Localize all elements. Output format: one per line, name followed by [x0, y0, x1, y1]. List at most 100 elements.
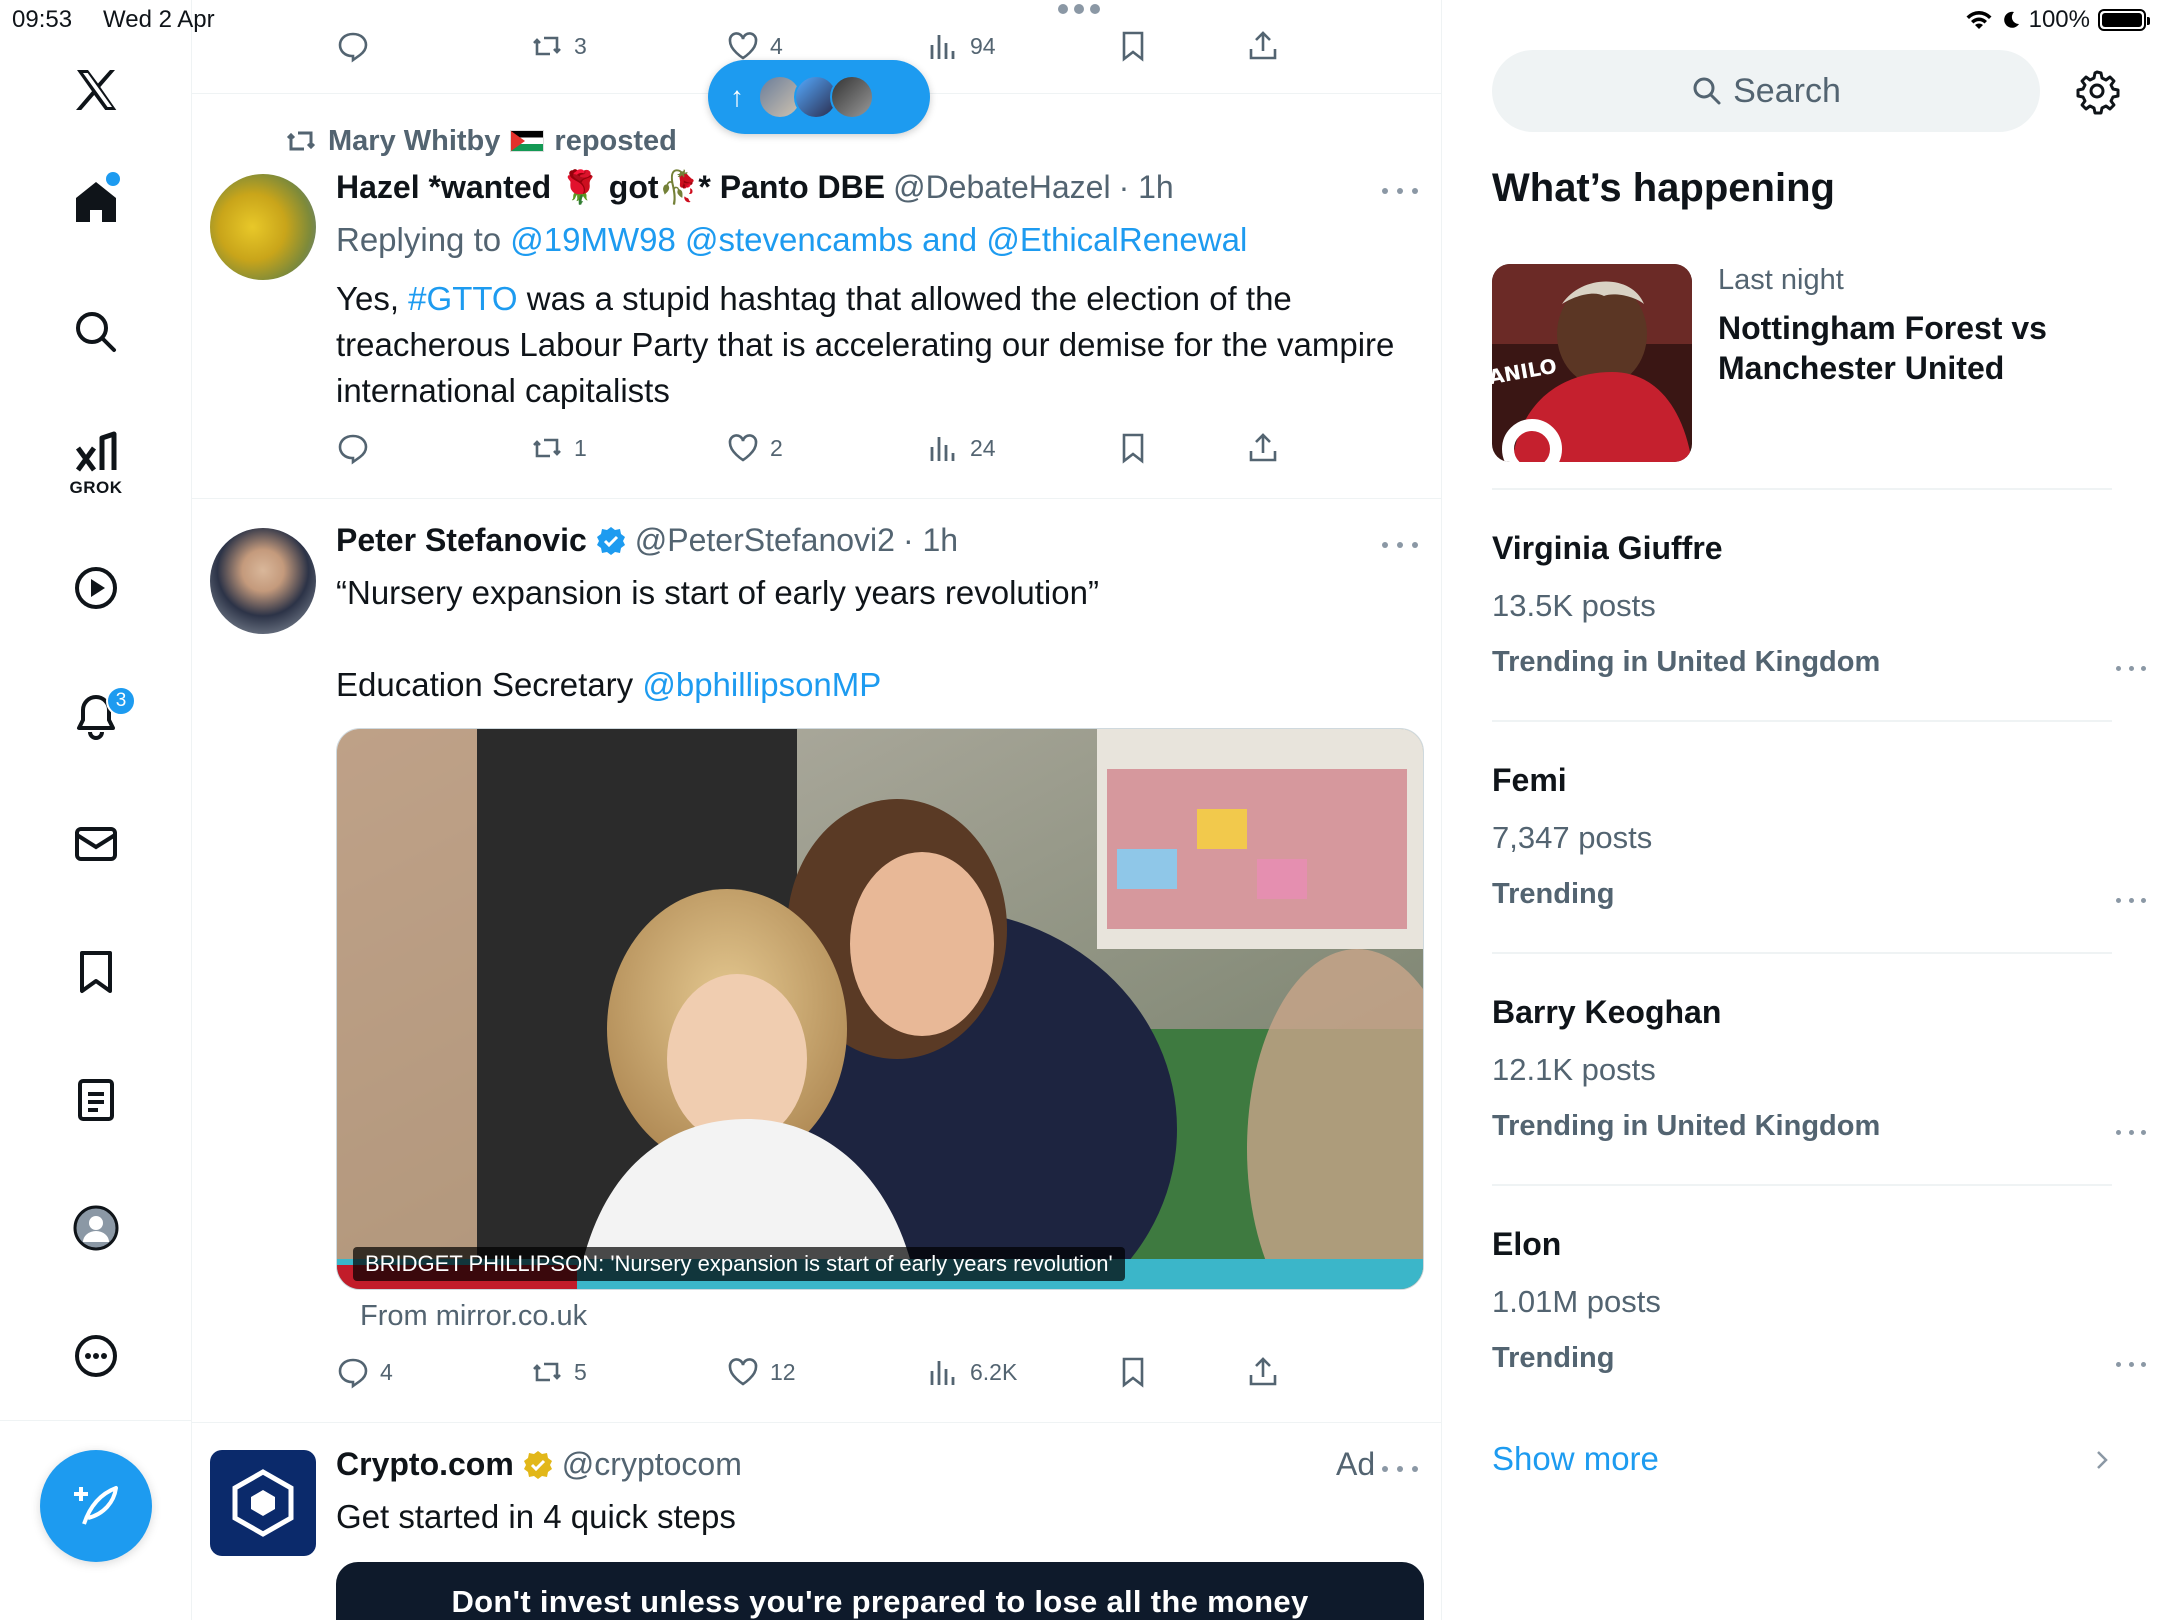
author-name[interactable]: Peter Stefanovic: [336, 522, 587, 559]
trend-item[interactable]: Elon 1.01M posts Trending: [1492, 1226, 2146, 1426]
trend-more-icon[interactable]: [2116, 1354, 2146, 1374]
retweet-button[interactable]: 5: [530, 1350, 587, 1394]
tweet-header: Hazel *wanted 🌹 got🥀* Panto DBE @DebateH…: [336, 168, 1174, 206]
settings-gear-icon[interactable]: [2072, 66, 2122, 116]
compose-feather-icon: [74, 1486, 118, 1525]
sidebar-divider: [1492, 952, 2112, 954]
nav-more[interactable]: [56, 1316, 136, 1396]
trend-name: Elon: [1492, 1226, 1562, 1262]
new-posts-pill[interactable]: ↑: [708, 60, 930, 134]
mention-link[interactable]: @bphillipsonMP: [642, 666, 881, 703]
feed-divider: [192, 1422, 1441, 1423]
battery-percent: 100%: [2028, 6, 2090, 33]
moon-icon: [2003, 11, 2019, 28]
nav-home[interactable]: [56, 162, 136, 242]
trend-more-icon[interactable]: [2116, 1122, 2146, 1142]
cryptocom-logo[interactable]: [210, 1450, 316, 1556]
tweet-body: Get started in 4 quick steps: [336, 1498, 736, 1535]
like-button[interactable]: 12: [726, 1350, 796, 1394]
grok-icon: [75, 431, 117, 472]
link-source[interactable]: From mirror.co.uk: [360, 1300, 587, 1333]
bookmark-button[interactable]: [1116, 1350, 1150, 1394]
views-chart-icon: [930, 1361, 955, 1385]
tweet-actions: 4 5 12 6.2K: [336, 1350, 1336, 1394]
search-input[interactable]: Search: [1492, 50, 2040, 132]
trend-more-icon[interactable]: [2116, 890, 2146, 910]
stefanovic-avatar[interactable]: [210, 528, 316, 634]
sidebar-divider: [1492, 488, 2112, 490]
hazel-avatar[interactable]: [210, 174, 316, 280]
views-button[interactable]: 24: [926, 426, 996, 470]
search-placeholder: Search: [1733, 71, 1841, 110]
event-card[interactable]: ANILO Last night Nottingham Forest vs Ma…: [1492, 264, 2112, 462]
trend-context: Trending: [1492, 878, 1615, 910]
show-more-link[interactable]: Show more: [1492, 1440, 1659, 1478]
trend-more-icon[interactable]: [2116, 658, 2146, 678]
nav-messages[interactable]: [56, 804, 136, 884]
ad-banner[interactable]: Don't invest unless you're prepared to l…: [336, 1562, 1424, 1620]
reply-button[interactable]: [336, 426, 370, 470]
reply-count: 4: [380, 1358, 393, 1385]
share-button[interactable]: [1246, 1350, 1280, 1394]
views-button[interactable]: 6.2K: [926, 1350, 1017, 1394]
views-count: 6.2K: [970, 1358, 1018, 1385]
football-player-photo: ANILO: [1492, 264, 1692, 462]
chevron-right-icon: [2097, 1451, 2108, 1469]
reply-button[interactable]: 4: [336, 1350, 393, 1394]
trend-context: Trending in United Kingdom: [1492, 646, 1881, 678]
share-button[interactable]: [1246, 426, 1280, 470]
bookmark-icon: [80, 951, 112, 993]
wifi-icon: [1966, 11, 1992, 29]
nav-bookmarks[interactable]: [56, 932, 136, 1012]
link-card-image[interactable]: BRIDGET PHILLIPSON: 'Nursery expansion i…: [336, 728, 1424, 1290]
x-logo-icon[interactable]: [56, 50, 136, 130]
more-circle-icon: [75, 1335, 117, 1377]
nav-profile[interactable]: [56, 1188, 136, 1268]
trend-item[interactable]: Virginia Giuffre 13.5K posts Trending in…: [1492, 530, 2146, 730]
trend-posts: 7,347 posts: [1492, 820, 1653, 855]
compose-button[interactable]: [40, 1450, 152, 1562]
more-options-icon[interactable]: [1382, 530, 1418, 560]
profile-avatar-icon: [73, 1205, 119, 1251]
status-time: 09:53: [12, 6, 73, 33]
grok-label: GROK: [69, 478, 123, 497]
more-options-icon[interactable]: [1382, 176, 1418, 206]
tweet-body-line2: Education Secretary @bphillipsonMP: [336, 666, 882, 703]
trend-name: Virginia Giuffre: [1492, 530, 1723, 566]
nav-video[interactable]: [56, 548, 136, 628]
reply-icon: [338, 1358, 368, 1389]
battery-icon: [2098, 9, 2150, 31]
retweet-button[interactable]: 1: [530, 426, 587, 470]
more-options-icon[interactable]: [1382, 1454, 1418, 1484]
tweet-header: Peter Stefanovic @PeterStefanovi2 · 1h: [336, 522, 958, 559]
share-icon: [1249, 433, 1277, 462]
cryptocom-logo-icon: [232, 1469, 294, 1537]
trend-item[interactable]: Barry Keoghan 12.1K posts Trending in Un…: [1492, 994, 2146, 1194]
main-feed: 3 4 94 ↑ Mary Whitby reposted Hazel *wan…: [192, 0, 1442, 1620]
author-name[interactable]: Hazel *wanted 🌹 got🥀* Panto DBE: [336, 168, 885, 206]
author-handle[interactable]: @PeterStefanovi2: [635, 522, 895, 559]
play-circle-icon: [75, 567, 117, 609]
event-title: Nottingham Forest vs Manchester United: [1718, 310, 2047, 386]
bookmark-icon: [1122, 1357, 1144, 1388]
trend-item[interactable]: Femi 7,347 posts Trending: [1492, 762, 2146, 962]
trend-name: Barry Keoghan: [1492, 994, 1722, 1030]
replying-to: Replying to @19MW98 @stevencambs and @Et…: [336, 221, 1248, 258]
reply-icon: [338, 434, 368, 465]
media-caption: BRIDGET PHILLIPSON: 'Nursery expansion i…: [353, 1247, 1125, 1281]
like-button[interactable]: 2: [726, 426, 783, 470]
author-handle[interactable]: @DebateHazel: [893, 169, 1110, 206]
author-name[interactable]: Crypto.com: [336, 1446, 514, 1483]
hashtag-link[interactable]: #GTTO: [408, 280, 517, 317]
nav-explore[interactable]: [56, 292, 136, 372]
left-nav: GROK 3: [0, 0, 192, 1620]
trend-posts: 1.01M posts: [1492, 1284, 1661, 1319]
retweet-count: 1: [574, 434, 587, 461]
bookmark-icon: [1122, 433, 1144, 464]
bookmark-button[interactable]: [1116, 426, 1150, 470]
ad-label: Ad: [1336, 1446, 1376, 1482]
nav-lists[interactable]: [56, 1060, 136, 1140]
replying-to-mentions[interactable]: @19MW98 @stevencambs and @EthicalRenewal: [510, 221, 1247, 258]
mail-icon: [75, 827, 117, 861]
author-handle[interactable]: @cryptocom: [562, 1446, 742, 1483]
